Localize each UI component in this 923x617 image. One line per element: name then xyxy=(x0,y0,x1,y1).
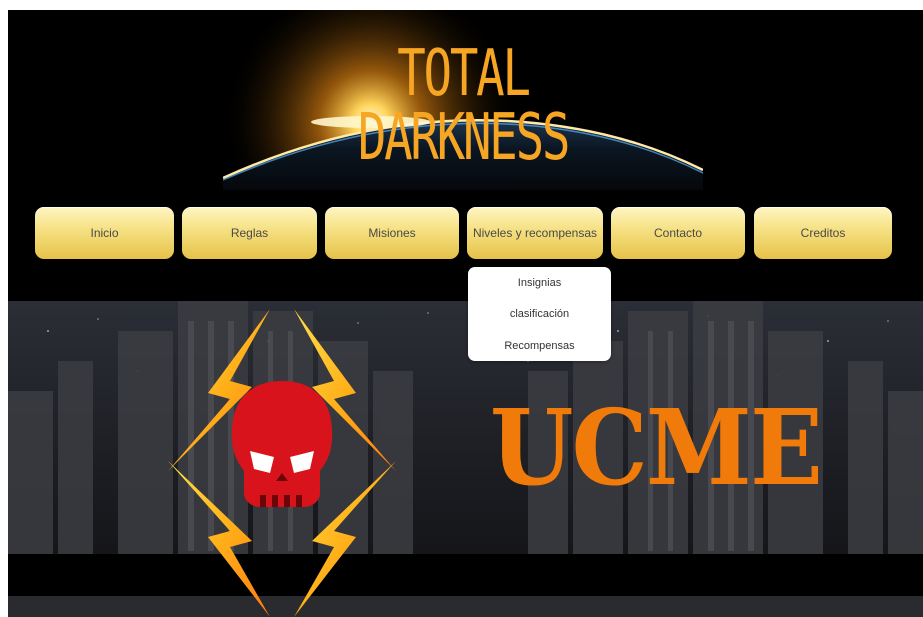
nav-item-reglas[interactable]: Reglas xyxy=(182,207,317,259)
dropdown-item-recompensas[interactable]: Recompensas xyxy=(468,335,611,357)
red-skull-icon xyxy=(231,381,333,507)
nav-item-creditos[interactable]: Creditos xyxy=(754,207,892,259)
ucme-logo-text: UCME xyxy=(490,386,823,509)
niveles-dropdown-menu: Insignias clasificación Recompensas xyxy=(468,267,611,361)
site-title: TOTAL DARKNESS xyxy=(357,37,571,175)
main-nav: Inicio Reglas Misiones Niveles y recompe… xyxy=(35,207,895,261)
header-banner: TOTAL DARKNESS xyxy=(223,10,703,190)
nav-item-contacto[interactable]: Contacto xyxy=(611,207,745,259)
nav-item-inicio[interactable]: Inicio xyxy=(35,207,174,259)
nav-item-misiones[interactable]: Misiones xyxy=(325,207,459,259)
page: TOTAL DARKNESS Inicio Reglas Misiones Ni… xyxy=(8,10,923,617)
dropdown-item-insignias[interactable]: Insignias xyxy=(468,272,611,294)
dropdown-item-clasificacion[interactable]: clasificación xyxy=(468,303,611,325)
nav-item-niveles-y-recompensas[interactable]: Niveles y recompensas xyxy=(467,207,603,259)
hero-banner: UCME xyxy=(8,301,923,617)
